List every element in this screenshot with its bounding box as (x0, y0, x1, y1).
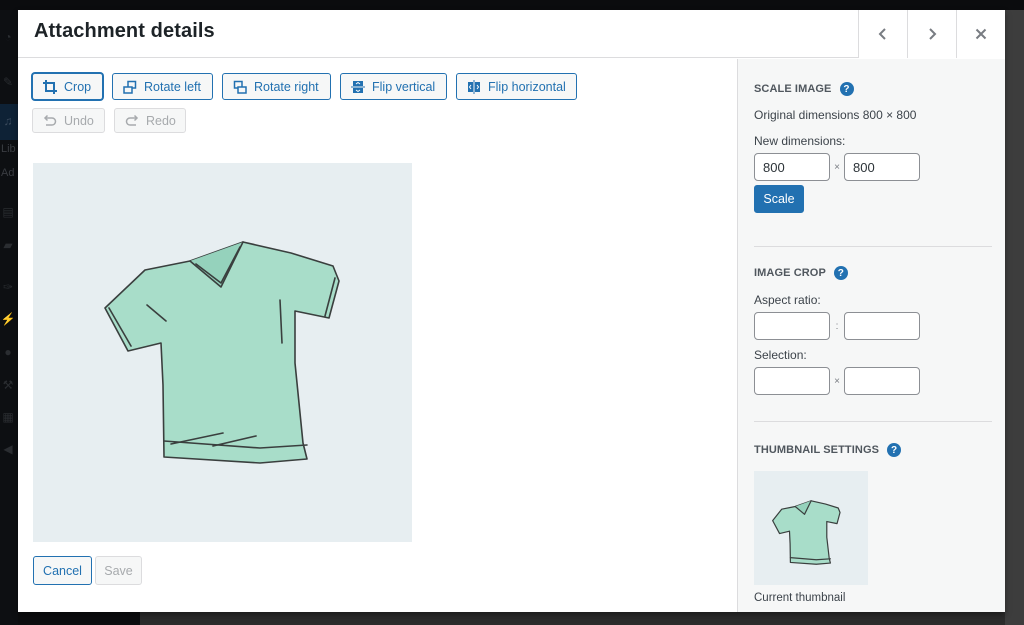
modal-title: Attachment details (34, 20, 215, 42)
modal-header: Attachment details (18, 10, 1005, 58)
selection-separator: × (834, 375, 840, 387)
appearance-icon: ✑ (2, 280, 14, 294)
history-toolbar: Undo Redo (32, 108, 186, 133)
dimension-separator: × (834, 161, 840, 173)
scale-button[interactable]: Scale (754, 185, 804, 213)
thumbnail-settings-section: Thumbnail Settings ? Current thumbnail (754, 442, 992, 604)
admin-sidebar: ◔ ✎ ♫ Lib Ad ▤ ▰ ✑ ⚡ ● ⚒ ▦ ◀ (0, 10, 18, 625)
tshirt-image (104, 241, 340, 464)
thumbnail-settings-heading: Thumbnail Settings ? (754, 442, 992, 458)
section-divider (754, 246, 992, 247)
rotate-right-button[interactable]: Rotate right (222, 73, 331, 100)
selection-label: Selection: (754, 348, 807, 362)
admin-top-bar (0, 0, 1024, 10)
tshirt-thumbnail (772, 500, 841, 565)
crop-button[interactable]: Crop (32, 73, 103, 100)
plugins-icon: ⚡ (0, 312, 16, 326)
chevron-right-icon (929, 28, 937, 40)
next-attachment-button[interactable] (907, 10, 956, 58)
settings-icon: ▦ (2, 410, 14, 424)
aspect-width-input[interactable] (754, 312, 830, 340)
rotate-right-label: Rotate right (254, 79, 319, 94)
rotate-left-label: Rotate left (144, 79, 201, 94)
scale-image-title: Scale Image (754, 83, 832, 95)
close-modal-button[interactable] (956, 10, 1005, 58)
crop-label: Crop (64, 79, 92, 94)
selection-width-input[interactable] (754, 367, 830, 395)
admin-right-background (1005, 10, 1024, 625)
tools-icon: ⚒ (2, 378, 14, 392)
image-toolbar: Crop Rotate left Rotate right Flip verti… (32, 73, 577, 100)
image-crop-section: Image Crop ? Aspect ratio: : Selection: … (754, 265, 992, 395)
new-dimensions-inputs: × (754, 153, 992, 181)
image-crop-title: Image Crop (754, 267, 826, 279)
editor-footer: Cancel Save (33, 556, 142, 585)
media-icon: ♫ (3, 114, 13, 128)
chevron-left-icon (878, 28, 886, 40)
cancel-button[interactable]: Cancel (33, 556, 92, 585)
redo-label: Redo (146, 113, 176, 128)
flip-vertical-label: Flip vertical (372, 79, 436, 94)
save-button[interactable]: Save (95, 556, 142, 585)
current-thumbnail-caption: Current thumbnail (754, 592, 846, 604)
undo-label: Undo (64, 113, 94, 128)
current-thumbnail-image (754, 471, 868, 585)
previous-attachment-button[interactable] (858, 10, 907, 58)
aspect-separator: : (835, 320, 839, 332)
dashboard-icon: ◔ (4, 30, 12, 44)
scale-height-input[interactable] (844, 153, 920, 181)
help-icon[interactable]: ? (833, 266, 848, 280)
help-icon[interactable]: ? (887, 443, 902, 457)
redo-button[interactable]: Redo (114, 108, 186, 133)
help-icon[interactable]: ? (839, 82, 854, 96)
scale-width-input[interactable] (754, 153, 830, 181)
image-editor: Crop Rotate left Rotate right Flip verti… (18, 59, 737, 612)
undo-icon (43, 114, 57, 126)
flip-horizontal-label: Flip horizontal (488, 79, 566, 94)
flip-vertical-button[interactable]: Flip vertical (340, 73, 447, 100)
pages-icon: ▤ (2, 205, 14, 219)
image-settings-panel: Scale Image ? Original dimensions 800 × … (737, 59, 1005, 612)
selection-height-input[interactable] (844, 367, 920, 395)
selection-inputs: × (754, 367, 992, 395)
redo-icon (125, 114, 139, 126)
thumbnail-settings-title: Thumbnail Settings (754, 444, 880, 456)
collapse-icon: ◀ (3, 442, 13, 456)
aspect-ratio-inputs: : (754, 312, 992, 340)
sidebar-fragment-add: Ad (1, 167, 15, 179)
users-icon: ● (4, 345, 12, 359)
undo-button[interactable]: Undo (32, 108, 105, 133)
crop-icon (43, 79, 57, 94)
admin-content-background (140, 612, 1024, 625)
original-dimensions: Original dimensions 800 × 800 (754, 108, 917, 122)
rotate-left-icon (123, 80, 137, 94)
flip-horizontal-icon (468, 79, 480, 94)
rotate-left-button[interactable]: Rotate left (112, 73, 213, 100)
image-crop-heading: Image Crop ? (754, 265, 992, 281)
section-divider (754, 421, 992, 422)
pin-icon: ✎ (2, 75, 14, 89)
flip-vertical-icon (351, 80, 365, 93)
close-icon (975, 28, 987, 40)
rotate-right-icon (233, 80, 247, 94)
attachment-details-modal: Attachment details Crop Rotate left Rota… (18, 10, 1005, 612)
flip-horizontal-button[interactable]: Flip horizontal (456, 73, 577, 100)
aspect-ratio-label: Aspect ratio: (754, 293, 821, 307)
image-preview[interactable] (33, 163, 412, 542)
scale-image-section: Scale Image ? Original dimensions 800 × … (754, 81, 992, 213)
sidebar-fragment-library: Lib (1, 143, 16, 155)
new-dimensions-label: New dimensions: (754, 134, 846, 148)
aspect-height-input[interactable] (844, 312, 920, 340)
comments-icon: ▰ (3, 238, 13, 252)
scale-image-heading: Scale Image ? (754, 81, 992, 97)
